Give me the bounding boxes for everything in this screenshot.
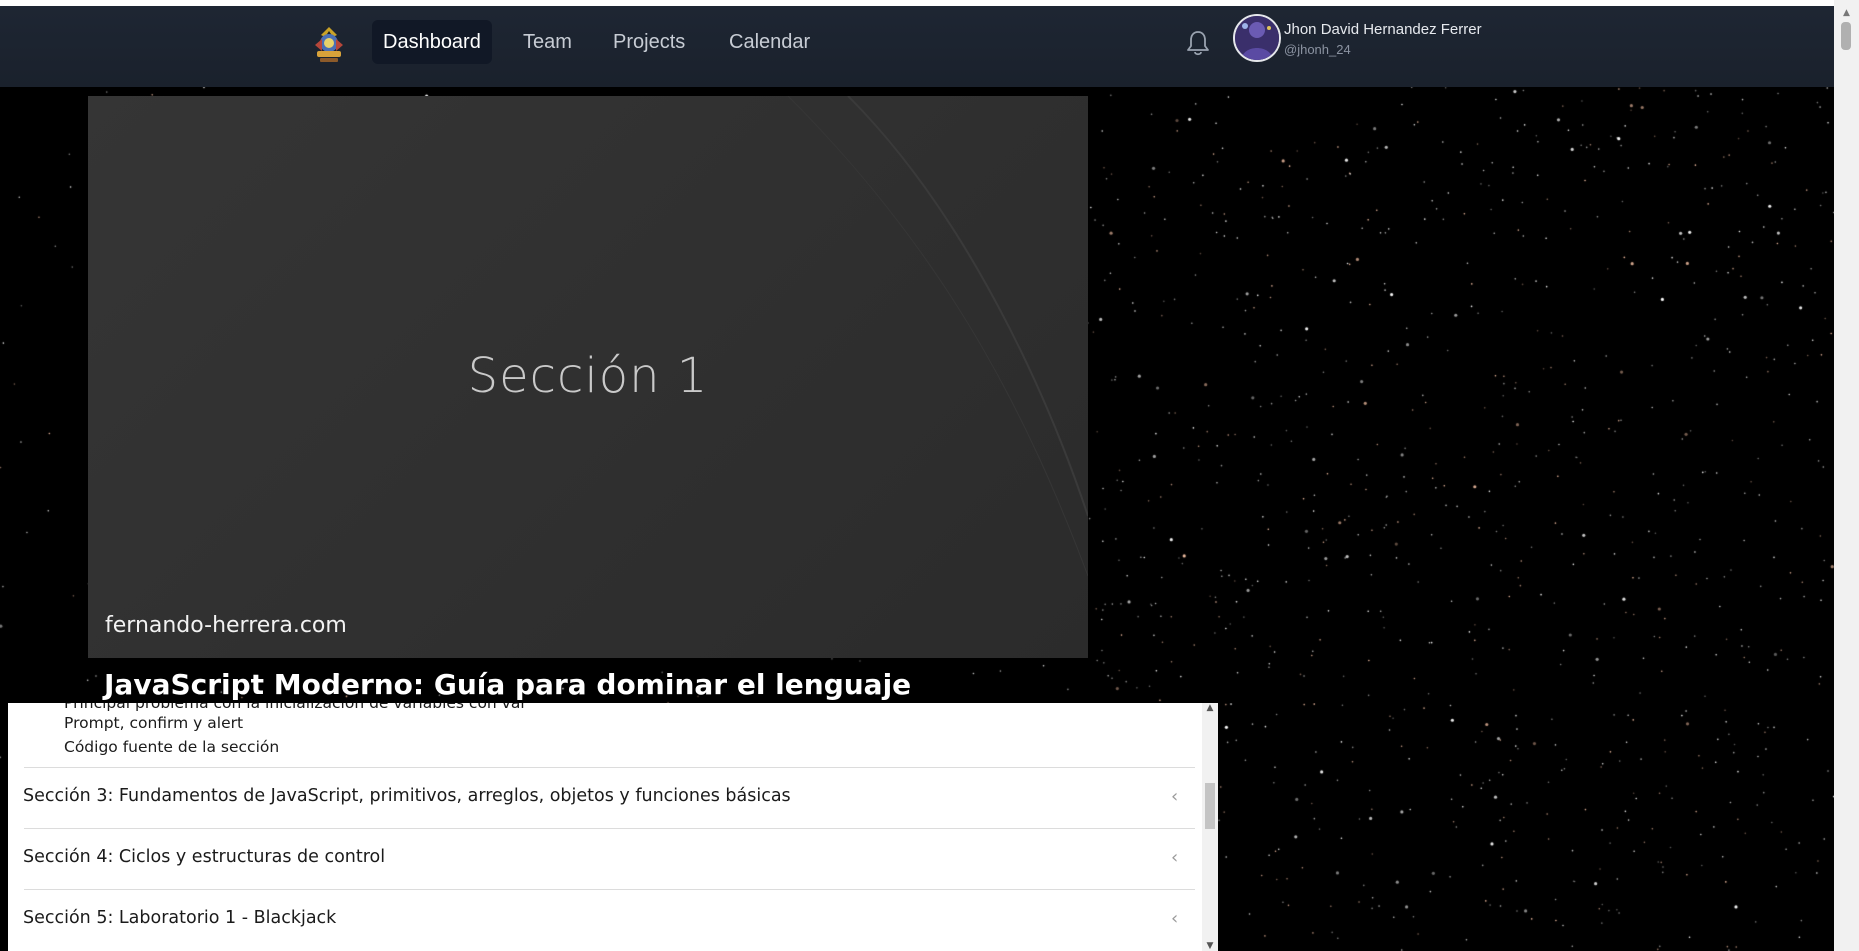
scroll-thumb[interactable] (1841, 22, 1851, 50)
section-row-5[interactable]: Sección 5: Laboratorio 1 - Blackjack ‹ (8, 890, 1202, 950)
slide-watermark: fernando-herrera.com (105, 613, 347, 638)
app-logo-icon[interactable] (313, 25, 345, 65)
slide-title: Sección 1 (467, 348, 709, 404)
window-scrollbar[interactable]: ▲ (1834, 0, 1859, 951)
section-row-4[interactable]: Sección 4: Ciclos y estructuras de contr… (8, 829, 1202, 889)
section-row-3[interactable]: Sección 3: Fundamentos de JavaScript, pr… (8, 768, 1202, 828)
nav-team[interactable]: Team (512, 20, 583, 64)
scroll-up-arrow[interactable]: ▲ (1202, 703, 1218, 713)
lesson-item[interactable]: Prompt, confirm y alert (64, 714, 243, 732)
scroll-thumb[interactable] (1205, 783, 1215, 829)
nav-calendar[interactable]: Calendar (718, 20, 821, 64)
scroll-up-arrow[interactable]: ▲ (1834, 6, 1859, 20)
nav-projects[interactable]: Projects (602, 20, 696, 64)
user-handle: @jhonh_24 (1284, 42, 1351, 57)
avatar[interactable] (1233, 14, 1281, 62)
bell-icon[interactable] (1185, 28, 1211, 58)
top-strip (0, 0, 1859, 6)
course-title: JavaScript Moderno: Guía para dominar el… (104, 668, 912, 701)
chevron-left-icon: ‹ (1171, 786, 1179, 807)
chevron-left-icon: ‹ (1171, 908, 1179, 929)
navbar: Dashboard Team Projects Calendar Jhon Da… (0, 6, 1834, 87)
section-label: Sección 5: Laboratorio 1 - Blackjack (23, 908, 337, 928)
section-label: Sección 3: Fundamentos de JavaScript, pr… (23, 786, 791, 806)
panel-scrollbar[interactable]: ▲ ▼ (1202, 703, 1218, 951)
chevron-left-icon: ‹ (1171, 847, 1179, 868)
user-name: Jhon David Hernandez Ferrer (1284, 21, 1482, 38)
scroll-down-arrow[interactable]: ▼ (1202, 941, 1218, 951)
lesson-item[interactable]: Código fuente de la sección (64, 738, 279, 756)
course-content-panel: Principal problema con la inicialización… (8, 703, 1218, 951)
nav-dashboard[interactable]: Dashboard (372, 20, 492, 64)
section-label: Sección 4: Ciclos y estructuras de contr… (23, 847, 386, 867)
lesson-item[interactable]: Principal problema con la inicialización… (64, 703, 527, 712)
video-player[interactable]: Sección 1 fernando-herrera.com (88, 96, 1088, 658)
